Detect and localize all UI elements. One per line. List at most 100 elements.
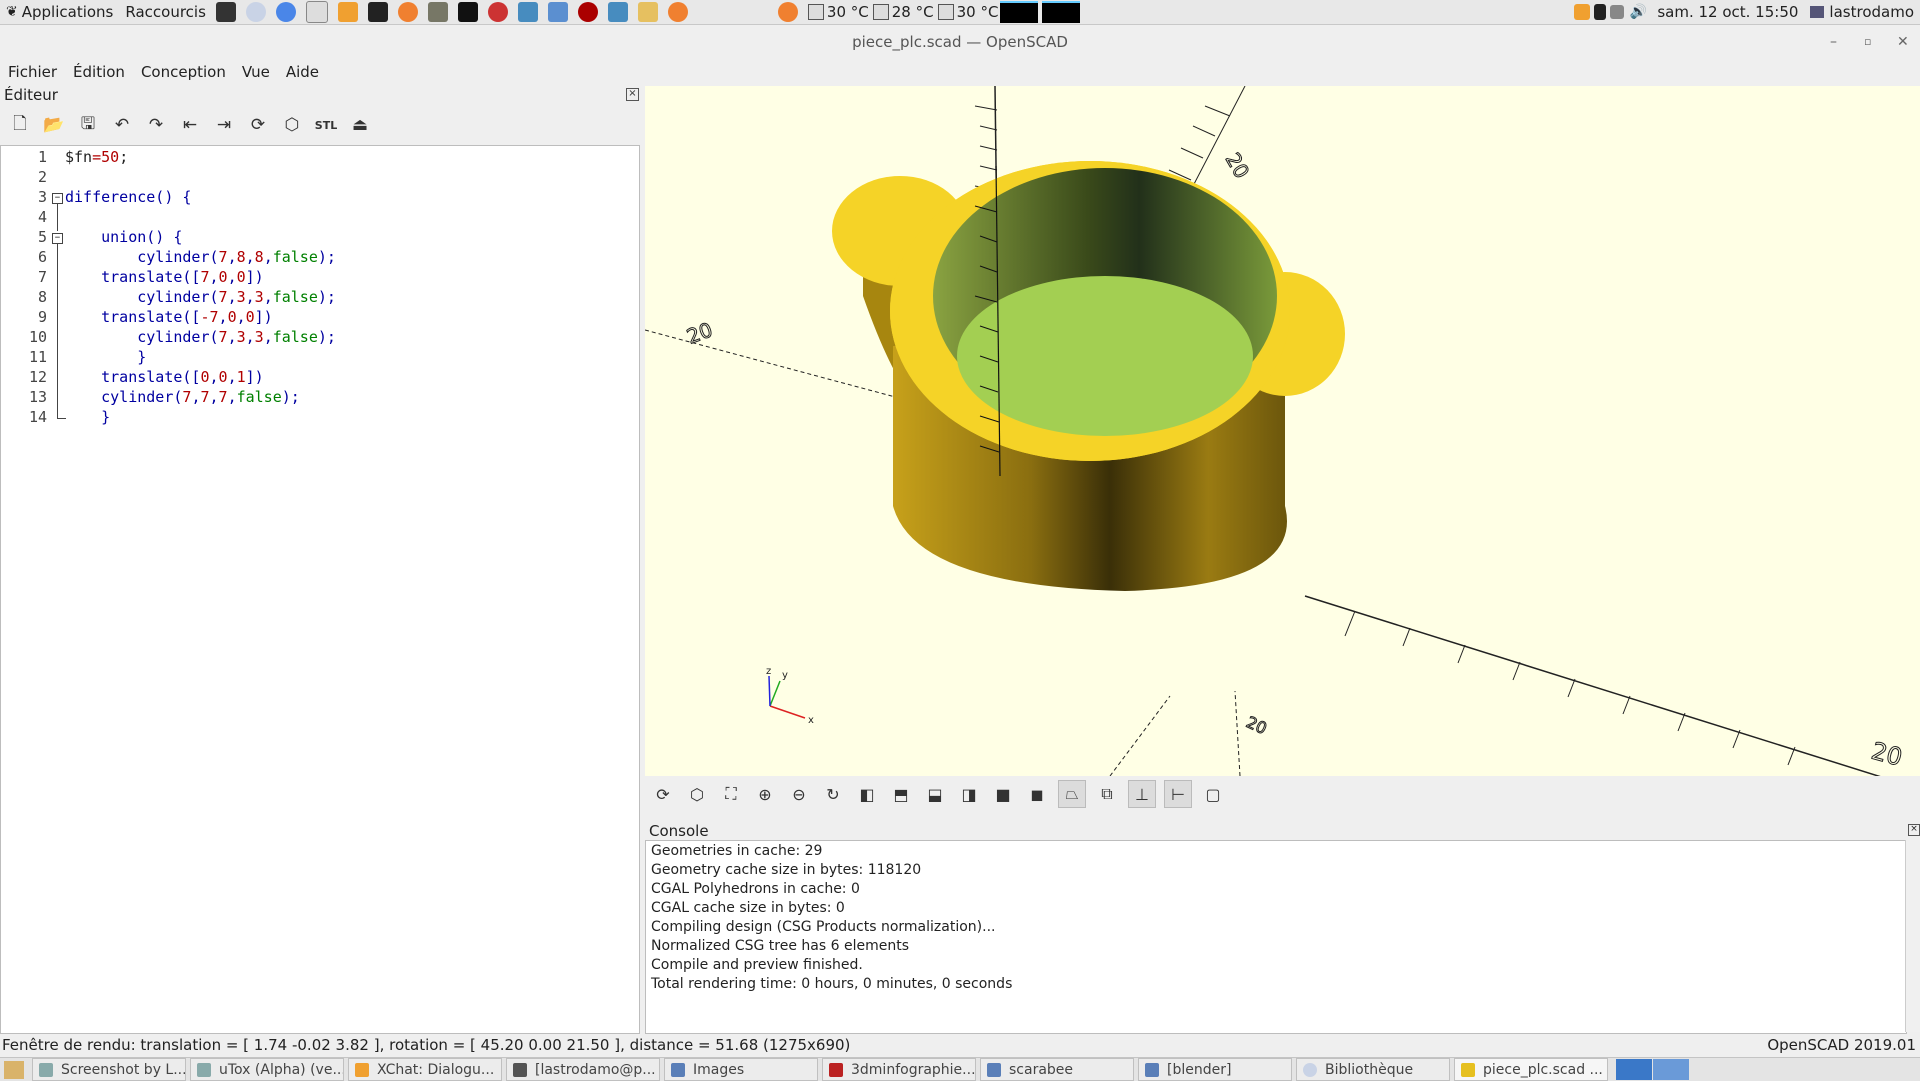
user-menu[interactable]: lastrodamo	[1804, 0, 1920, 24]
workspace-2[interactable]	[1653, 1059, 1689, 1080]
show-edges-icon[interactable]: ▢	[1200, 781, 1226, 807]
render-viewport[interactable]: 20 20 20 20 x y z	[645, 86, 1920, 776]
view-toolbar: ⟳ ⬡ ⛶ ⊕ ⊖ ↻ ◧ ⬒ ⬓ ◨ ■ ◼ ⏢ ⧉ ⊥ ⊢ ▢	[650, 778, 1226, 810]
gizmo-y-label: y	[782, 670, 788, 681]
cpu-icon	[872, 4, 889, 20]
task-library[interactable]: Bibliothèque	[1296, 1058, 1450, 1081]
volume-icon[interactable]: 🔊	[1630, 4, 1647, 20]
code-editor[interactable]: 1 2 3 4 5 6 7 8 9 10 11 12 13 14 − − $fn…	[0, 145, 640, 1034]
menu-view[interactable]: Vue	[234, 63, 278, 81]
color-wheel-launcher-icon[interactable]	[487, 2, 508, 22]
console-scrollbar[interactable]	[1905, 840, 1920, 1032]
task-terminal[interactable]: [lastrodamo@p...	[506, 1058, 660, 1081]
workspace-switcher[interactable]	[1616, 1059, 1689, 1080]
desktop-icon[interactable]	[4, 1060, 24, 1079]
console-close-icon[interactable]: ×	[1908, 824, 1920, 836]
task-screenshot[interactable]: Screenshot by L...	[32, 1058, 186, 1081]
save-file-icon[interactable]: 🖫	[76, 113, 100, 137]
applications-menu[interactable]: ❦ Applications	[0, 0, 119, 24]
view-back-icon[interactable]: ◼	[1024, 781, 1050, 807]
view-front-icon[interactable]: ■	[990, 781, 1016, 807]
utox-icon	[197, 1062, 211, 1077]
y-axis-front	[1109, 695, 1171, 776]
terminal-launcher-icon[interactable]	[215, 2, 236, 22]
xchat-tray-icon[interactable]	[1573, 4, 1590, 20]
console-line: Geometry cache size in bytes: 118120	[651, 862, 922, 878]
view-right-icon[interactable]: ◧	[854, 781, 880, 807]
view-left-icon[interactable]: ◨	[956, 781, 982, 807]
temperature-3: 30 °C	[937, 3, 998, 21]
perspective-icon[interactable]: ⏢	[1058, 780, 1086, 808]
blender2-launcher-icon[interactable]	[667, 2, 688, 22]
viewport-status: Fenêtre de rendu: translation = [ 1.74 -…	[2, 1036, 851, 1054]
new-file-icon[interactable]: 🗋	[8, 113, 32, 137]
unindent-icon[interactable]: ⇤	[178, 113, 202, 137]
open-file-icon[interactable]: 📂	[42, 113, 66, 137]
show-scale-icon[interactable]: ⊢	[1164, 780, 1192, 808]
orthogonal-icon[interactable]: ⧉	[1094, 781, 1120, 807]
view-all-icon[interactable]: ⛶	[718, 781, 744, 807]
task-images[interactable]: Images	[664, 1058, 818, 1081]
send-to-print-icon[interactable]: ⏏	[348, 113, 372, 137]
menu-help[interactable]: Aide	[278, 63, 327, 81]
reset-view-icon[interactable]: ↻	[820, 781, 846, 807]
media-launcher-icon[interactable]	[547, 2, 568, 22]
workspace-1[interactable]	[1616, 1059, 1652, 1080]
render-icon[interactable]: ⬡	[684, 781, 710, 807]
menu-design[interactable]: Conception	[133, 63, 234, 81]
blender-launcher-icon[interactable]	[397, 2, 418, 22]
view-bottom-icon[interactable]: ⬓	[922, 781, 948, 807]
fold-toggle-icon[interactable]: −	[52, 193, 63, 204]
undo-icon[interactable]: ↶	[110, 113, 134, 137]
zoom-out-icon[interactable]: ⊖	[786, 781, 812, 807]
console-output[interactable]: Geometries in cache: 29 Geometry cache s…	[645, 840, 1907, 1034]
minimize-icon[interactable]: –	[1830, 25, 1837, 59]
lock-launcher-icon[interactable]	[367, 2, 388, 22]
indent-icon[interactable]: ⇥	[212, 113, 236, 137]
gimp-launcher-icon[interactable]	[427, 2, 448, 22]
editor-close-icon[interactable]: ×	[626, 88, 639, 101]
redo-icon[interactable]: ↷	[144, 113, 168, 137]
view-top-icon[interactable]: ⬒	[888, 781, 914, 807]
task-utox[interactable]: uTox (Alpha) (ve...	[190, 1058, 344, 1081]
web-browser-launcher-icon[interactable]	[245, 2, 266, 22]
network-launcher-icon[interactable]	[305, 1, 328, 23]
preview-icon[interactable]: ⟳	[650, 781, 676, 807]
lock-tray-icon[interactable]	[1593, 4, 1606, 20]
task-blender[interactable]: [blender]	[1138, 1058, 1292, 1081]
export-stl-icon[interactable]: STL	[314, 113, 338, 137]
console-line: Compile and preview finished.	[651, 957, 863, 973]
gizmo-z-label: z	[766, 666, 771, 677]
window-titlebar: piece_plc.scad — OpenSCAD – ▫ ✕	[0, 25, 1920, 59]
blender-icon	[1145, 1062, 1159, 1077]
code-line: }	[65, 348, 147, 366]
fold-toggle-icon[interactable]: −	[52, 233, 63, 244]
inkscape-launcher-icon[interactable]	[457, 2, 478, 22]
godot2-launcher-icon[interactable]	[607, 2, 628, 22]
render-icon[interactable]: ⬡	[280, 113, 304, 137]
clock[interactable]: sam. 12 oct. 15:50	[1651, 0, 1804, 24]
task-filezilla[interactable]: 3dminfographie...	[822, 1058, 976, 1081]
shortcuts-menu[interactable]: Raccourcis	[119, 0, 212, 24]
blender-tray-icon[interactable]	[777, 2, 798, 22]
console-panel-title: Console	[649, 822, 709, 840]
godot-launcher-icon[interactable]	[517, 2, 538, 22]
show-axes-icon[interactable]: ⊥	[1128, 780, 1156, 808]
zoom-in-icon[interactable]: ⊕	[752, 781, 778, 807]
menu-edit[interactable]: Édition	[65, 63, 133, 81]
xchat-launcher-icon[interactable]	[337, 2, 358, 22]
task-openscad[interactable]: piece_plc.scad ...	[1454, 1058, 1608, 1081]
maximize-icon[interactable]: ▫	[1864, 25, 1871, 59]
debian-launcher-icon[interactable]	[577, 2, 598, 22]
task-scarabee[interactable]: scarabee	[980, 1058, 1134, 1081]
menu-file[interactable]: Fichier	[0, 63, 65, 81]
app-launcher-icon[interactable]	[637, 2, 658, 22]
preview-icon[interactable]: ⟳	[246, 113, 270, 137]
console-line: Geometries in cache: 29	[651, 843, 823, 859]
network-tray-icon[interactable]	[1609, 5, 1624, 19]
chromium-launcher-icon[interactable]	[275, 2, 296, 22]
axes-gizmo: x y z	[766, 666, 814, 726]
close-icon[interactable]: ✕	[1897, 25, 1909, 59]
task-xchat[interactable]: XChat: Dialogu...	[348, 1058, 502, 1081]
fold-line	[57, 244, 58, 419]
